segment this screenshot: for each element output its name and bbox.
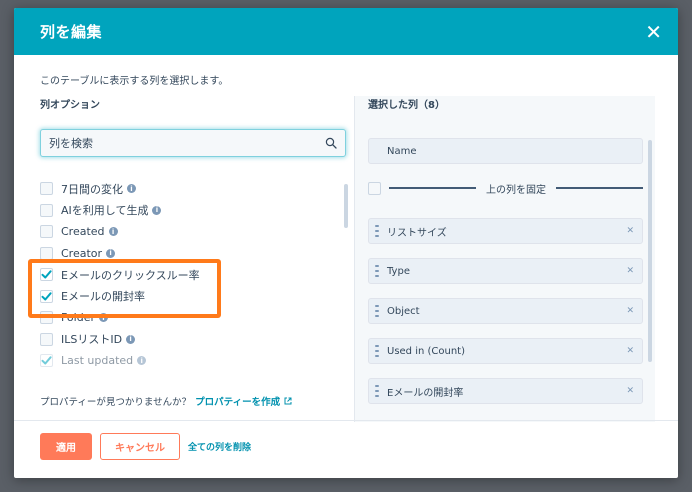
info-icon[interactable]: i: [106, 248, 116, 258]
info-icon[interactable]: i: [152, 205, 162, 215]
checkbox-unchecked[interactable]: [40, 182, 53, 196]
drag-handle-icon[interactable]: [375, 385, 379, 397]
column-option-item[interactable]: Creator i: [40, 243, 340, 265]
column-option-label: ILSリストID: [61, 333, 123, 347]
create-property-link[interactable]: プロパティーを作成: [195, 394, 280, 408]
options-scrollbar-thumb[interactable]: [344, 184, 348, 228]
info-icon[interactable]: i: [127, 184, 136, 194]
column-option-label: AIを利用して生成: [61, 204, 149, 218]
column-option-label: Folder: [61, 311, 95, 325]
remove-column-icon[interactable]: ✕: [626, 386, 634, 396]
info-icon[interactable]: i: [126, 334, 136, 344]
remove-all-columns-link[interactable]: 全ての列を削除: [188, 440, 251, 453]
selected-column-label: Eメールの開封率: [387, 387, 464, 399]
selected-column-label: Name: [387, 145, 417, 157]
missing-property-text: プロパティーが見つかりませんか？ プロパティーを作成: [40, 394, 292, 408]
info-icon[interactable]: i: [137, 356, 147, 366]
checkbox-unchecked[interactable]: [40, 246, 53, 260]
modal-header: 列を編集 ✕: [14, 8, 678, 55]
checkbox-unchecked[interactable]: [40, 311, 53, 325]
missing-property-prefix: プロパティーが見つかりませんか？: [40, 397, 192, 408]
selected-scrollbar-thumb[interactable]: [648, 140, 652, 362]
selected-columns-label: 選択した列（8）: [368, 100, 445, 111]
edit-columns-modal: 列を編集 ✕ このテーブルに表示する列を選択します。 列オプション 7日間の変化…: [14, 8, 678, 478]
freeze-line-right: [556, 187, 643, 189]
column-options-list: 7日間の変化 i AIを利用して生成 i Created i Creator i Eメールのクリ…: [40, 178, 340, 370]
column-option-item[interactable]: Last updated i: [40, 350, 340, 370]
drag-handle-icon[interactable]: [375, 265, 379, 277]
selected-column-item[interactable]: Type ✕: [368, 258, 643, 284]
modal-title: 列を編集: [40, 23, 103, 41]
info-icon[interactable]: i: [99, 313, 108, 323]
remove-column-icon[interactable]: ✕: [626, 266, 634, 276]
column-option-label: 7日間の変化: [61, 182, 123, 196]
search-box[interactable]: [40, 129, 346, 157]
external-link-icon[interactable]: [284, 397, 292, 405]
checkbox-checked[interactable]: [40, 268, 53, 282]
column-options-label: 列オプション: [40, 100, 100, 111]
checkmark-icon: [41, 292, 52, 301]
selected-column-label: リストサイズ: [387, 227, 447, 239]
selected-column-item[interactable]: リストサイズ ✕: [368, 218, 643, 244]
selected-column-label: Object: [387, 305, 420, 317]
drag-handle-icon[interactable]: [375, 305, 379, 317]
column-option-item[interactable]: Created i: [40, 221, 340, 243]
column-divider: [354, 96, 355, 422]
column-option-label: Last updated: [61, 354, 134, 368]
drag-handle-icon[interactable]: [375, 345, 379, 357]
checkbox-unchecked[interactable]: [40, 203, 53, 217]
column-option-label: Eメールの開封率: [61, 290, 145, 304]
column-option-item[interactable]: AIを利用して生成 i: [40, 200, 340, 222]
options-scrollbar[interactable]: [344, 184, 348, 370]
column-option-label: Created: [61, 225, 105, 239]
apply-button[interactable]: 適用: [40, 433, 92, 460]
selected-column-item[interactable]: Object ✕: [368, 298, 643, 324]
freeze-label: 上の列を固定: [486, 184, 546, 196]
selected-column-item[interactable]: Used in (Count) ✕: [368, 338, 643, 364]
checkbox-unchecked[interactable]: [40, 332, 53, 346]
column-option-item[interactable]: ILSリストID i: [40, 329, 340, 351]
search-input[interactable]: [49, 136, 325, 150]
freeze-columns-row: 上の列を固定: [368, 178, 643, 198]
remove-column-icon[interactable]: ✕: [626, 346, 634, 356]
close-icon[interactable]: ✕: [645, 22, 662, 42]
checkbox-checked[interactable]: [40, 289, 53, 303]
cancel-button[interactable]: キャンセル: [100, 433, 180, 460]
column-option-item[interactable]: Eメールのクリックスルー率: [40, 264, 340, 286]
selected-column-name: Name: [368, 138, 643, 164]
remove-column-icon[interactable]: ✕: [626, 226, 634, 236]
column-options-section: 列オプション: [40, 96, 346, 157]
drag-handle-icon[interactable]: [375, 225, 379, 237]
footer-divider: [14, 420, 678, 421]
column-option-label: Eメールのクリックスルー率: [61, 268, 200, 282]
checkbox-checked[interactable]: [40, 354, 53, 368]
selected-column-label: Type: [387, 265, 410, 277]
remove-column-icon[interactable]: ✕: [626, 306, 634, 316]
column-option-item[interactable]: Eメールの開封率: [40, 286, 340, 308]
modal-description: このテーブルに表示する列を選択します。: [40, 76, 229, 87]
freeze-checkbox[interactable]: [368, 181, 381, 195]
info-icon[interactable]: i: [108, 227, 118, 237]
selected-column-label: Used in (Count): [387, 345, 466, 357]
column-option-label: Creator: [61, 246, 103, 260]
search-icon[interactable]: [325, 137, 337, 149]
checkmark-icon: [41, 356, 52, 365]
column-option-item[interactable]: 7日間の変化 i: [40, 178, 340, 200]
checkbox-unchecked[interactable]: [40, 225, 53, 239]
selected-column-item[interactable]: Eメールの開封率 ✕: [368, 378, 643, 404]
checkmark-icon: [41, 270, 52, 279]
freeze-line-left: [389, 187, 476, 189]
column-option-item[interactable]: Folder i: [40, 307, 340, 329]
